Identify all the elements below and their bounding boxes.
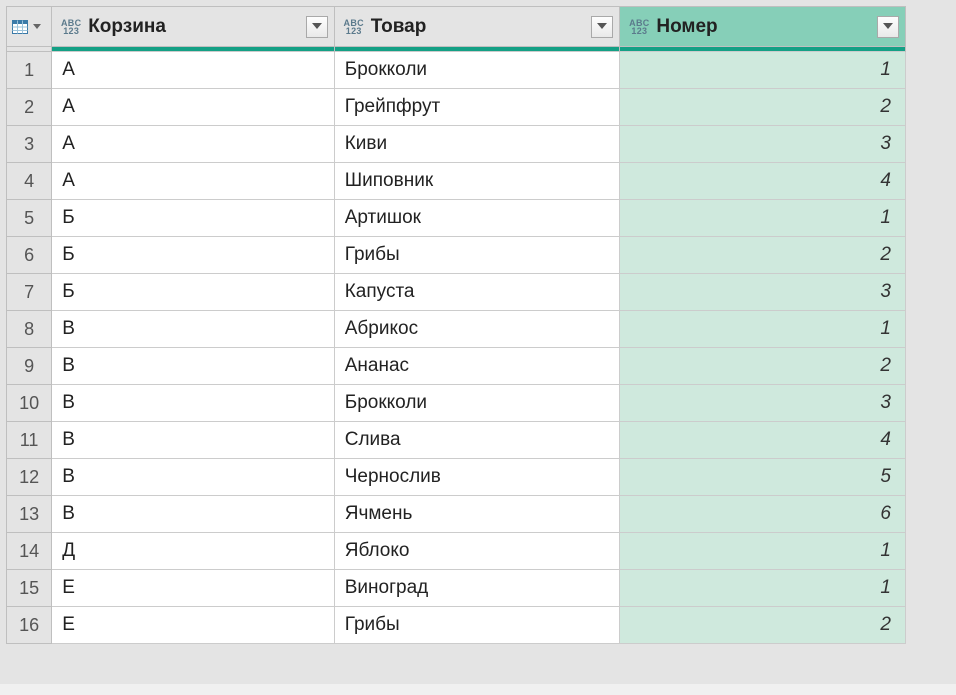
column-header-nomer[interactable]: ABC 123 Номер — [620, 7, 906, 47]
datatype-any-icon: ABC 123 — [343, 19, 365, 35]
cell-korzina[interactable]: В — [52, 311, 335, 348]
cell-korzina[interactable]: В — [52, 496, 335, 533]
cell-nomer[interactable]: 3 — [620, 274, 906, 311]
row-number[interactable]: 12 — [7, 459, 52, 496]
cell-nomer[interactable]: 1 — [620, 570, 906, 607]
table-row[interactable]: 9ВАнанас2 — [7, 348, 906, 385]
cell-tovar[interactable]: Слива — [334, 422, 620, 459]
cell-tovar[interactable]: Виноград — [334, 570, 620, 607]
cell-nomer[interactable]: 1 — [620, 52, 906, 89]
row-number[interactable]: 1 — [7, 52, 52, 89]
column-name: Номер — [656, 16, 717, 38]
cell-korzina[interactable]: Е — [52, 570, 335, 607]
cell-tovar[interactable]: Ананас — [334, 348, 620, 385]
cell-nomer[interactable]: 6 — [620, 496, 906, 533]
cell-tovar[interactable]: Киви — [334, 126, 620, 163]
cell-korzina[interactable]: В — [52, 348, 335, 385]
cell-korzina[interactable]: А — [52, 52, 335, 89]
row-number[interactable]: 15 — [7, 570, 52, 607]
cell-tovar[interactable]: Шиповник — [334, 163, 620, 200]
table-row[interactable]: 1АБрокколи1 — [7, 52, 906, 89]
column-name: Корзина — [88, 16, 166, 38]
cell-tovar[interactable]: Брокколи — [334, 385, 620, 422]
cell-korzina[interactable]: Д — [52, 533, 335, 570]
column-name: Товар — [371, 16, 427, 38]
cell-korzina[interactable]: Б — [52, 237, 335, 274]
table-row[interactable]: 10ВБрокколи3 — [7, 385, 906, 422]
table-row[interactable]: 11ВСлива4 — [7, 422, 906, 459]
cell-nomer[interactable]: 2 — [620, 607, 906, 644]
cell-tovar[interactable]: Грейпфрут — [334, 89, 620, 126]
cell-nomer[interactable]: 3 — [620, 126, 906, 163]
filter-dropdown-icon[interactable] — [591, 16, 613, 38]
cell-korzina[interactable]: А — [52, 89, 335, 126]
table-row[interactable]: 13ВЯчмень6 — [7, 496, 906, 533]
cell-nomer[interactable]: 2 — [620, 89, 906, 126]
cell-nomer[interactable]: 5 — [620, 459, 906, 496]
row-number[interactable]: 8 — [7, 311, 52, 348]
table-row[interactable]: 4АШиповник4 — [7, 163, 906, 200]
column-header-tovar[interactable]: ABC 123 Товар — [334, 7, 620, 47]
cell-tovar[interactable]: Брокколи — [334, 52, 620, 89]
row-number[interactable]: 10 — [7, 385, 52, 422]
filter-dropdown-icon[interactable] — [877, 16, 899, 38]
cell-tovar[interactable]: Чернослив — [334, 459, 620, 496]
corner-dropdown-icon[interactable] — [31, 19, 43, 35]
query-editor-grid: ABC 123 Корзина ABC 123 Товар — [0, 0, 956, 684]
cell-nomer[interactable]: 1 — [620, 200, 906, 237]
row-number[interactable]: 5 — [7, 200, 52, 237]
cell-tovar[interactable]: Ячмень — [334, 496, 620, 533]
cell-korzina[interactable]: А — [52, 163, 335, 200]
row-number[interactable]: 14 — [7, 533, 52, 570]
cell-nomer[interactable]: 4 — [620, 163, 906, 200]
table-row[interactable]: 12ВЧернослив5 — [7, 459, 906, 496]
cell-nomer[interactable]: 4 — [620, 422, 906, 459]
table-icon — [11, 19, 29, 35]
header-row: ABC 123 Корзина ABC 123 Товар — [7, 7, 906, 47]
cell-nomer[interactable]: 3 — [620, 385, 906, 422]
datatype-any-icon: ABC 123 — [628, 19, 650, 35]
table-row[interactable]: 7БКапуста3 — [7, 274, 906, 311]
cell-nomer[interactable]: 1 — [620, 533, 906, 570]
table-row[interactable]: 5БАртишок1 — [7, 200, 906, 237]
cell-korzina[interactable]: В — [52, 385, 335, 422]
row-number[interactable]: 3 — [7, 126, 52, 163]
row-number[interactable]: 4 — [7, 163, 52, 200]
row-number[interactable]: 16 — [7, 607, 52, 644]
cell-korzina[interactable]: В — [52, 422, 335, 459]
select-all-corner[interactable] — [7, 7, 52, 47]
table-row[interactable]: 6БГрибы2 — [7, 237, 906, 274]
table-row[interactable]: 16ЕГрибы2 — [7, 607, 906, 644]
row-number[interactable]: 7 — [7, 274, 52, 311]
table-row[interactable]: 8ВАбрикос1 — [7, 311, 906, 348]
table-row[interactable]: 3АКиви3 — [7, 126, 906, 163]
table-row[interactable]: 14ДЯблоко1 — [7, 533, 906, 570]
row-number[interactable]: 11 — [7, 422, 52, 459]
datatype-any-icon: ABC 123 — [60, 19, 82, 35]
row-number[interactable]: 9 — [7, 348, 52, 385]
cell-tovar[interactable]: Яблоко — [334, 533, 620, 570]
row-number[interactable]: 13 — [7, 496, 52, 533]
cell-korzina[interactable]: А — [52, 126, 335, 163]
row-number[interactable]: 6 — [7, 237, 52, 274]
cell-nomer[interactable]: 2 — [620, 348, 906, 385]
cell-korzina[interactable]: Б — [52, 274, 335, 311]
cell-korzina[interactable]: Б — [52, 200, 335, 237]
table-body: 1АБрокколи12АГрейпфрут23АКиви34АШиповник… — [7, 52, 906, 644]
cell-tovar[interactable]: Артишок — [334, 200, 620, 237]
cell-tovar[interactable]: Абрикос — [334, 311, 620, 348]
table-row[interactable]: 2АГрейпфрут2 — [7, 89, 906, 126]
cell-korzina[interactable]: Е — [52, 607, 335, 644]
cell-nomer[interactable]: 1 — [620, 311, 906, 348]
table-row[interactable]: 15ЕВиноград1 — [7, 570, 906, 607]
cell-korzina[interactable]: В — [52, 459, 335, 496]
row-number[interactable]: 2 — [7, 89, 52, 126]
cell-tovar[interactable]: Грибы — [334, 237, 620, 274]
cell-tovar[interactable]: Капуста — [334, 274, 620, 311]
cell-tovar[interactable]: Грибы — [334, 607, 620, 644]
column-header-korzina[interactable]: ABC 123 Корзина — [52, 7, 335, 47]
data-table: ABC 123 Корзина ABC 123 Товар — [6, 6, 906, 644]
filter-dropdown-icon[interactable] — [306, 16, 328, 38]
cell-nomer[interactable]: 2 — [620, 237, 906, 274]
